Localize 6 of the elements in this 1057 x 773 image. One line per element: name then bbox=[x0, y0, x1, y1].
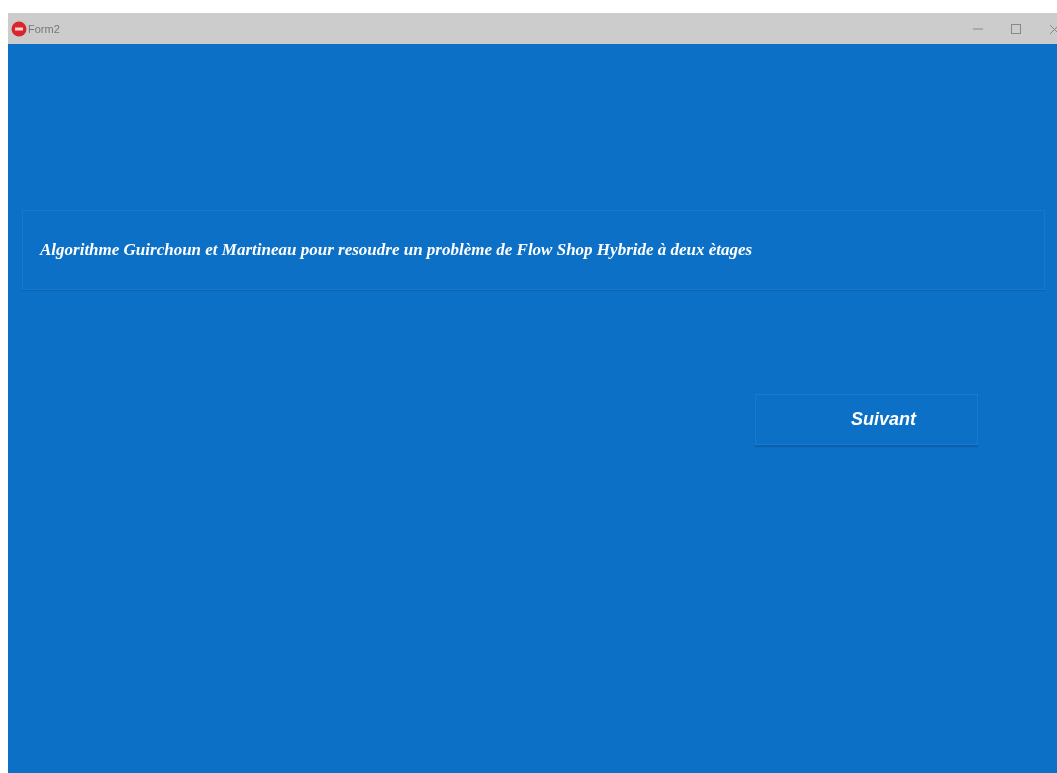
maximize-icon[interactable] bbox=[1010, 22, 1022, 35]
window-title: Form2 bbox=[28, 22, 60, 35]
heading-text: Algorithme Guirchoun et Martineau pour resoudre un problème de Flow Shop Hybride à deux ètages bbox=[40, 240, 753, 260]
next-button[interactable]: Suivant bbox=[755, 394, 978, 445]
close-icon[interactable] bbox=[1048, 22, 1057, 35]
app-logo-icon bbox=[11, 20, 27, 37]
